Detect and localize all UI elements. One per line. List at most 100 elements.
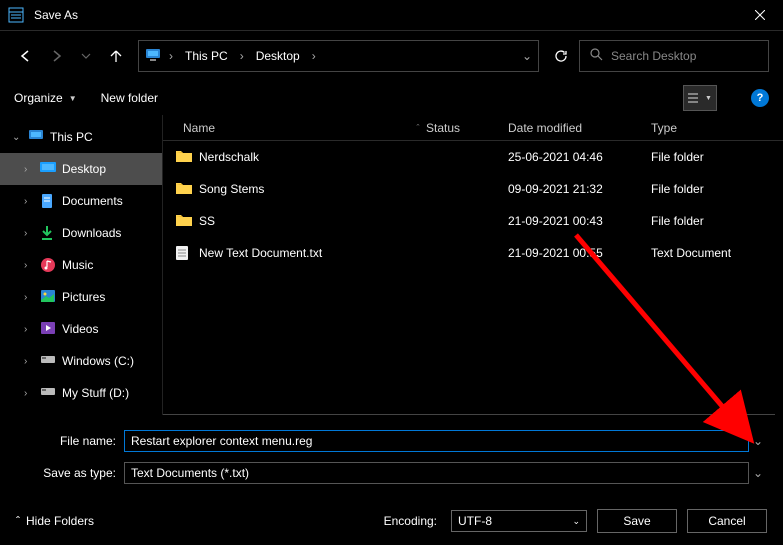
caret-down-icon: ⌄ bbox=[572, 516, 580, 527]
file-type: File folder bbox=[651, 150, 771, 164]
view-options-button[interactable]: ▼ bbox=[683, 85, 717, 111]
pc-icon bbox=[145, 48, 161, 64]
caret-down-icon: ▼ bbox=[705, 95, 712, 102]
filename-dropdown[interactable]: ⌄ bbox=[749, 434, 767, 448]
file-rows: Nerdschalk25-06-2021 04:46File folderSon… bbox=[163, 141, 775, 415]
address-bar[interactable]: › This PC › Desktop › ⌄ bbox=[138, 40, 539, 72]
sidebar-item-desktop[interactable]: › Desktop bbox=[0, 153, 162, 185]
saveastype-value: Text Documents (*.txt) bbox=[131, 466, 249, 480]
new-folder-button[interactable]: New folder bbox=[101, 91, 158, 105]
saveastype-select[interactable]: Text Documents (*.txt) bbox=[124, 462, 749, 484]
column-headers: Name ˆ Status Date modified Type bbox=[163, 115, 783, 141]
close-button[interactable] bbox=[737, 0, 783, 31]
search-box[interactable]: Search Desktop bbox=[579, 40, 769, 72]
cancel-button[interactable]: Cancel bbox=[687, 509, 767, 533]
content-area: ⌄ This PC › Desktop › Documents › Downlo… bbox=[0, 115, 783, 415]
textfile-icon bbox=[175, 245, 191, 261]
sort-indicator-icon: ˆ bbox=[410, 123, 426, 133]
navbar: › This PC › Desktop › ⌄ Search Desktop bbox=[0, 31, 783, 81]
file-type: Text Document bbox=[651, 246, 771, 260]
toolbar: Organize ▼ New folder ▼ ? bbox=[0, 81, 783, 115]
organize-menu[interactable]: Organize ▼ bbox=[14, 91, 77, 105]
col-name[interactable]: Name bbox=[163, 121, 410, 135]
sidebar-label: Downloads bbox=[62, 226, 121, 240]
desktop-icon bbox=[40, 161, 56, 177]
col-type[interactable]: Type bbox=[651, 121, 771, 135]
window-title: Save As bbox=[34, 8, 78, 22]
saveastype-label: Save as type: bbox=[16, 466, 124, 480]
sidebar-item-music[interactable]: › Music bbox=[0, 249, 162, 281]
encoding-label: Encoding: bbox=[384, 514, 437, 528]
encoding-select[interactable]: UTF-8 ⌄ bbox=[451, 510, 587, 532]
hide-folders-button[interactable]: ˆ Hide Folders bbox=[16, 514, 94, 528]
folder-icon bbox=[175, 213, 191, 229]
filename-label: File name: bbox=[16, 434, 124, 448]
file-type: File folder bbox=[651, 214, 771, 228]
up-button[interactable] bbox=[104, 44, 128, 68]
file-name: SS bbox=[199, 214, 215, 228]
col-status[interactable]: Status bbox=[426, 121, 508, 135]
breadcrumb-thispc[interactable]: This PC bbox=[181, 49, 232, 63]
sidebar-label: This PC bbox=[50, 130, 93, 144]
chevron-right-icon: › bbox=[310, 49, 318, 63]
sidebar-item-videos[interactable]: › Videos bbox=[0, 313, 162, 345]
sidebar-item-documents[interactable]: › Documents bbox=[0, 185, 162, 217]
file-row[interactable]: Song Stems 09-09-2021 21:32File folder bbox=[163, 173, 775, 205]
documents-icon bbox=[40, 193, 56, 209]
app-icon bbox=[8, 7, 24, 23]
col-date[interactable]: Date modified bbox=[508, 121, 651, 135]
pc-icon bbox=[28, 129, 44, 145]
caret-down-icon: ▼ bbox=[69, 94, 77, 103]
refresh-button[interactable] bbox=[549, 44, 573, 68]
chevron-up-icon: ˆ bbox=[16, 514, 20, 528]
search-placeholder: Search Desktop bbox=[611, 49, 696, 63]
chevron-right-icon: › bbox=[238, 49, 246, 63]
titlebar: Save As bbox=[0, 0, 783, 31]
file-row[interactable]: SS 21-09-2021 00:43File folder bbox=[163, 205, 775, 237]
file-row[interactable]: New Text Document.txt21-09-2021 00:55Tex… bbox=[163, 237, 775, 269]
chevron-right-icon: › bbox=[24, 324, 34, 335]
chevron-right-icon: › bbox=[24, 196, 34, 207]
drive-icon bbox=[40, 385, 56, 401]
file-date: 09-09-2021 21:32 bbox=[508, 182, 651, 196]
music-icon bbox=[40, 257, 56, 273]
footer: ˆ Hide Folders Encoding: UTF-8 ⌄ Save Ca… bbox=[0, 491, 783, 545]
newfolder-label: New folder bbox=[101, 91, 158, 105]
sidebar: ⌄ This PC › Desktop › Documents › Downlo… bbox=[0, 115, 162, 415]
chevron-down-icon: ⌄ bbox=[12, 132, 22, 143]
sidebar-item-pictures[interactable]: › Pictures bbox=[0, 281, 162, 313]
help-button[interactable]: ? bbox=[751, 89, 769, 107]
sidebar-label: Windows (C:) bbox=[62, 354, 134, 368]
sidebar-label: Pictures bbox=[62, 290, 105, 304]
sidebar-label: My Stuff (D:) bbox=[62, 386, 129, 400]
file-list: Name ˆ Status Date modified Type Nerdsch… bbox=[162, 115, 783, 415]
encoding-value: UTF-8 bbox=[458, 514, 492, 528]
filename-input[interactable] bbox=[124, 430, 749, 452]
drive-icon bbox=[40, 353, 56, 369]
sidebar-item-windowsc[interactable]: › Windows (C:) bbox=[0, 345, 162, 377]
file-date: 21-09-2021 00:55 bbox=[508, 246, 651, 260]
downloads-icon bbox=[40, 225, 56, 241]
forward-button[interactable] bbox=[44, 44, 68, 68]
file-date: 21-09-2021 00:43 bbox=[508, 214, 651, 228]
chevron-right-icon: › bbox=[24, 356, 34, 367]
search-icon bbox=[590, 48, 603, 64]
breadcrumb-desktop[interactable]: Desktop bbox=[252, 49, 304, 63]
save-button[interactable]: Save bbox=[597, 509, 677, 533]
sidebar-item-downloads[interactable]: › Downloads bbox=[0, 217, 162, 249]
saveastype-dropdown[interactable]: ⌄ bbox=[749, 466, 767, 480]
sidebar-item-thispc[interactable]: ⌄ This PC bbox=[0, 121, 162, 153]
recent-dropdown[interactable] bbox=[74, 44, 98, 68]
file-name: Song Stems bbox=[199, 182, 264, 196]
address-dropdown[interactable]: ⌄ bbox=[522, 49, 532, 63]
chevron-right-icon: › bbox=[24, 164, 34, 175]
sidebar-label: Videos bbox=[62, 322, 98, 336]
file-row[interactable]: Nerdschalk25-06-2021 04:46File folder bbox=[163, 141, 775, 173]
sidebar-label: Documents bbox=[62, 194, 123, 208]
folder-icon bbox=[175, 149, 191, 165]
back-button[interactable] bbox=[14, 44, 38, 68]
folder-icon bbox=[175, 181, 191, 197]
file-type: File folder bbox=[651, 182, 771, 196]
sidebar-label: Music bbox=[62, 258, 93, 272]
sidebar-item-mystuff[interactable]: › My Stuff (D:) bbox=[0, 377, 162, 409]
